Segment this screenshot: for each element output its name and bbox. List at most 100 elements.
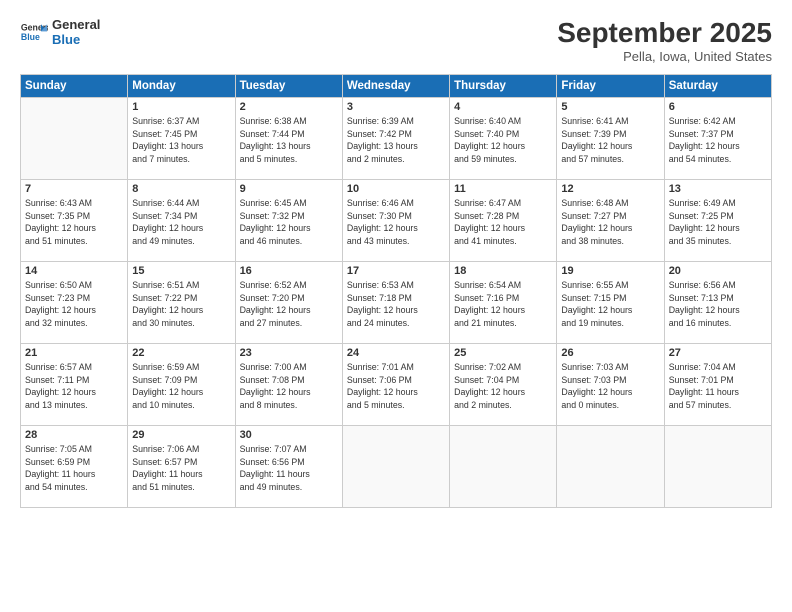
day-number: 2 (240, 101, 338, 113)
day-number: 18 (454, 265, 552, 277)
calendar-cell: 16Sunrise: 6:52 AMSunset: 7:20 PMDayligh… (235, 261, 342, 343)
weekday-header-friday: Friday (557, 74, 664, 97)
calendar-cell: 21 Sunrise: 6:57 AMSunset: 7:11 PMDayligh… (21, 343, 128, 425)
day-number: 12 (561, 183, 659, 195)
day-number: 14 (25, 265, 123, 277)
calendar-cell: 15 Sunrise: 6:51 AMSunset: 7:22 PMDayligh… (128, 261, 235, 343)
calendar-cell: 25 Sunrise: 7:02 AMSunset: 7:04 PMDayligh… (450, 343, 557, 425)
day-info: Sunrise: 7:07 AMSunset: 6:56 PMDaylight:… (240, 443, 338, 494)
calendar-cell: 7Sunrise: 6:43 AMSunset: 7:35 PMDaylight… (21, 179, 128, 261)
weekday-header-monday: Monday (128, 74, 235, 97)
calendar-cell: 11 Sunrise: 6:47 AMSunset: 7:28 PMDayligh… (450, 179, 557, 261)
calendar-cell: 4 Sunrise: 6:40 AMSunset: 7:40 PMDaylight… (450, 97, 557, 179)
day-number: 29 (132, 429, 230, 441)
day-number: 3 (347, 101, 445, 113)
weekday-header-sunday: Sunday (21, 74, 128, 97)
day-number: 23 (240, 347, 338, 359)
day-info: Sunrise: 6:37 AMSunset: 7:45 PMDaylight:… (132, 115, 230, 166)
day-info: Sunrise: 6:45 AMSunset: 7:32 PMDaylight:… (240, 197, 338, 248)
weekday-header-tuesday: Tuesday (235, 74, 342, 97)
calendar-cell (21, 97, 128, 179)
calendar-cell: 24 Sunrise: 7:01 AMSunset: 7:06 PMDayligh… (342, 343, 449, 425)
calendar-cell (557, 425, 664, 507)
logo: General Blue General Blue (20, 18, 100, 48)
day-number: 19 (561, 265, 659, 277)
day-info: Sunrise: 6:57 AMSunset: 7:11 PMDaylight:… (25, 361, 123, 412)
weekday-header-thursday: Thursday (450, 74, 557, 97)
calendar-cell: 29 Sunrise: 7:06 AMSunset: 6:57 PMDayligh… (128, 425, 235, 507)
day-number: 1 (132, 101, 230, 113)
day-info: Sunrise: 6:40 AMSunset: 7:40 PMDaylight:… (454, 115, 552, 166)
day-info: Sunrise: 7:02 AMSunset: 7:04 PMDaylight:… (454, 361, 552, 412)
day-number: 10 (347, 183, 445, 195)
day-info: Sunrise: 6:52 AMSunset: 7:20 PMDaylight:… (240, 279, 338, 330)
calendar-cell: 1 Sunrise: 6:37 AMSunset: 7:45 PMDaylight… (128, 97, 235, 179)
calendar-cell: 9 Sunrise: 6:45 AMSunset: 7:32 PMDaylight… (235, 179, 342, 261)
day-info: Sunrise: 7:01 AMSunset: 7:06 PMDaylight:… (347, 361, 445, 412)
calendar-cell: 30 Sunrise: 7:07 AMSunset: 6:56 PMDayligh… (235, 425, 342, 507)
month-title: September 2025 (557, 18, 772, 49)
calendar-cell: 28 Sunrise: 7:05 AMSunset: 6:59 PMDayligh… (21, 425, 128, 507)
day-number: 8 (132, 183, 230, 195)
calendar-cell: 20 Sunrise: 6:56 AMSunset: 7:13 PMDayligh… (664, 261, 771, 343)
weekday-header-wednesday: Wednesday (342, 74, 449, 97)
logo-blue: Blue (52, 33, 100, 48)
calendar-cell: 5 Sunrise: 6:41 AMSunset: 7:39 PMDaylight… (557, 97, 664, 179)
calendar-cell: 22 Sunrise: 6:59 AMSunset: 7:09 PMDayligh… (128, 343, 235, 425)
calendar-cell: 8 Sunrise: 6:44 AMSunset: 7:34 PMDaylight… (128, 179, 235, 261)
weekday-header-saturday: Saturday (664, 74, 771, 97)
day-number: 28 (25, 429, 123, 441)
page-header: General Blue General Blue September 2025… (20, 18, 772, 64)
day-number: 9 (240, 183, 338, 195)
calendar-table: SundayMondayTuesdayWednesdayThursdayFrid… (20, 74, 772, 508)
calendar-cell: 27 Sunrise: 7:04 AMSunset: 7:01 PMDayligh… (664, 343, 771, 425)
calendar-cell: 19 Sunrise: 6:55 AMSunset: 7:15 PMDayligh… (557, 261, 664, 343)
day-number: 22 (132, 347, 230, 359)
logo-general: General (52, 18, 100, 33)
day-number: 11 (454, 183, 552, 195)
day-number: 13 (669, 183, 767, 195)
day-info: Sunrise: 6:50 AMSunset: 7:23 PMDaylight:… (25, 279, 123, 330)
title-block: September 2025 Pella, Iowa, United State… (557, 18, 772, 64)
calendar-cell: 3Sunrise: 6:39 AMSunset: 7:42 PMDaylight… (342, 97, 449, 179)
calendar-cell (342, 425, 449, 507)
calendar-cell: 2Sunrise: 6:38 AMSunset: 7:44 PMDaylight… (235, 97, 342, 179)
day-number: 30 (240, 429, 338, 441)
day-number: 4 (454, 101, 552, 113)
calendar-cell: 17Sunrise: 6:53 AMSunset: 7:18 PMDayligh… (342, 261, 449, 343)
day-info: Sunrise: 6:49 AMSunset: 7:25 PMDaylight:… (669, 197, 767, 248)
day-number: 24 (347, 347, 445, 359)
day-info: Sunrise: 6:46 AMSunset: 7:30 PMDaylight:… (347, 197, 445, 248)
day-info: Sunrise: 6:44 AMSunset: 7:34 PMDaylight:… (132, 197, 230, 248)
svg-text:Blue: Blue (21, 32, 40, 42)
day-number: 20 (669, 265, 767, 277)
calendar-cell: 14 Sunrise: 6:50 AMSunset: 7:23 PMDayligh… (21, 261, 128, 343)
calendar-cell: 12 Sunrise: 6:48 AMSunset: 7:27 PMDayligh… (557, 179, 664, 261)
day-info: Sunrise: 6:56 AMSunset: 7:13 PMDaylight:… (669, 279, 767, 330)
logo-icon: General Blue (20, 19, 48, 47)
calendar-cell (664, 425, 771, 507)
day-number: 6 (669, 101, 767, 113)
day-number: 5 (561, 101, 659, 113)
day-info: Sunrise: 6:51 AMSunset: 7:22 PMDaylight:… (132, 279, 230, 330)
day-info: Sunrise: 6:54 AMSunset: 7:16 PMDaylight:… (454, 279, 552, 330)
day-number: 21 (25, 347, 123, 359)
day-info: Sunrise: 6:55 AMSunset: 7:15 PMDaylight:… (561, 279, 659, 330)
day-info: Sunrise: 7:05 AMSunset: 6:59 PMDaylight:… (25, 443, 123, 494)
day-info: Sunrise: 7:06 AMSunset: 6:57 PMDaylight:… (132, 443, 230, 494)
day-number: 17 (347, 265, 445, 277)
day-number: 15 (132, 265, 230, 277)
day-info: Sunrise: 7:03 AMSunset: 7:03 PMDaylight:… (561, 361, 659, 412)
day-info: Sunrise: 6:48 AMSunset: 7:27 PMDaylight:… (561, 197, 659, 248)
day-info: Sunrise: 6:41 AMSunset: 7:39 PMDaylight:… (561, 115, 659, 166)
day-info: Sunrise: 6:47 AMSunset: 7:28 PMDaylight:… (454, 197, 552, 248)
day-number: 27 (669, 347, 767, 359)
day-number: 25 (454, 347, 552, 359)
calendar-cell: 10 Sunrise: 6:46 AMSunset: 7:30 PMDayligh… (342, 179, 449, 261)
location-subtitle: Pella, Iowa, United States (557, 49, 772, 64)
day-info: Sunrise: 6:42 AMSunset: 7:37 PMDaylight:… (669, 115, 767, 166)
day-info: Sunrise: 6:43 AMSunset: 7:35 PMDaylight:… (25, 197, 123, 248)
day-info: Sunrise: 6:59 AMSunset: 7:09 PMDaylight:… (132, 361, 230, 412)
day-number: 26 (561, 347, 659, 359)
day-info: Sunrise: 7:04 AMSunset: 7:01 PMDaylight:… (669, 361, 767, 412)
